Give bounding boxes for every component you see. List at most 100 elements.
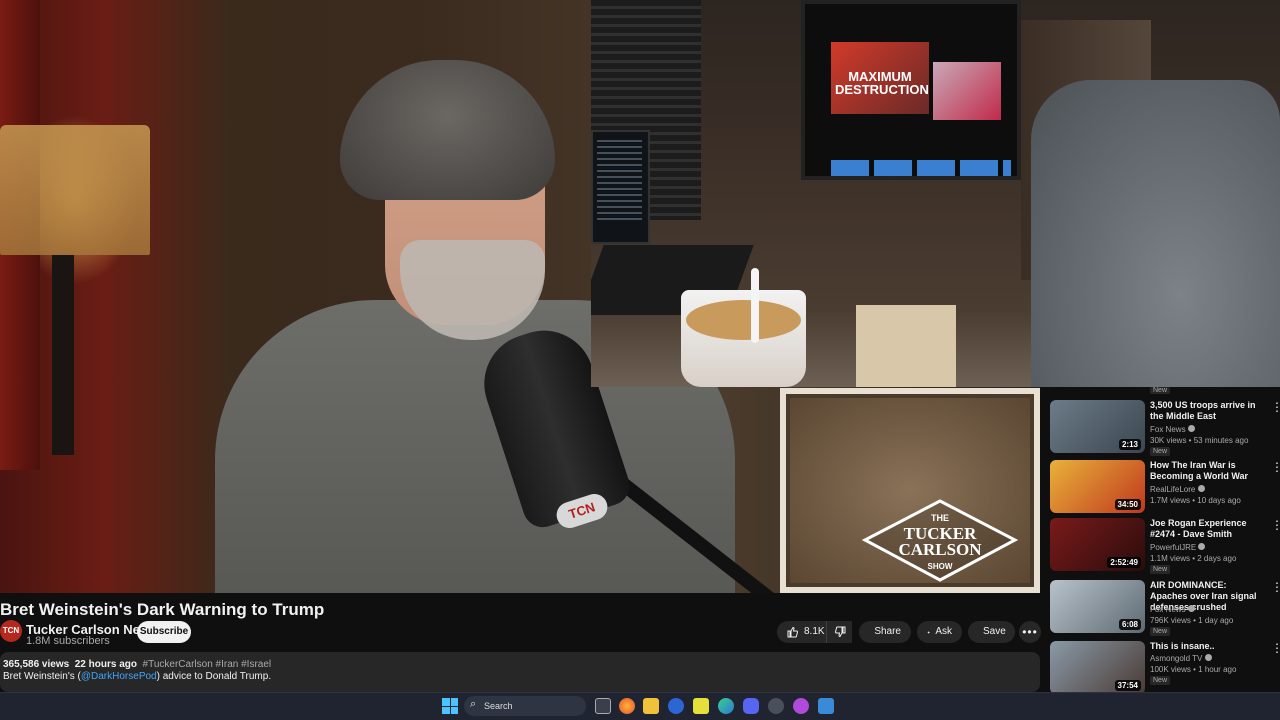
verified-icon xyxy=(1197,485,1205,492)
chatgpt-icon[interactable] xyxy=(768,698,784,714)
recommendation-meta: 796K views • 1 day ago xyxy=(1150,616,1234,625)
app-icon[interactable] xyxy=(668,698,684,714)
verified-icon xyxy=(1198,543,1206,550)
recommendation-channel-name: Fox News xyxy=(1150,605,1186,614)
video-duration: 2:13 xyxy=(1118,439,1141,450)
more-horizontal-icon: ••• xyxy=(1022,625,1038,639)
verified-icon xyxy=(1187,605,1195,612)
recommendation-meta: 1.1M views • 2 days ago xyxy=(1150,554,1237,563)
tv-thumbnail-text: MAXIMUM DESTRUCTION xyxy=(835,69,929,97)
upload-age: 22 hours ago xyxy=(74,659,137,670)
discord-icon[interactable] xyxy=(743,698,759,714)
more-vertical-icon[interactable]: ⋮ xyxy=(1271,400,1280,414)
dislike-button[interactable] xyxy=(826,621,852,643)
recommendation-channel-name: Fox News xyxy=(1150,425,1186,434)
app-icon-3[interactable] xyxy=(818,698,834,714)
lampshade xyxy=(0,125,150,255)
tucker-carlson-show-logo: THE TUCKER CARLSON SHOW xyxy=(862,499,1018,582)
tv-shorts-row xyxy=(831,160,1011,176)
recommendation-item[interactable]: 6:08 AIR DOMINANCE: Apaches over Iran sig… xyxy=(1050,580,1280,638)
share-label: Share xyxy=(874,626,901,637)
spoon xyxy=(751,268,759,343)
new-badge: New xyxy=(1150,565,1171,574)
taskbar-search[interactable] xyxy=(464,696,586,716)
more-actions-button[interactable]: ••• xyxy=(1019,621,1041,643)
recommendation-item[interactable]: 37:54 This is insane.. Asmongold TV 100K v… xyxy=(1050,641,1280,699)
recommendation-channel: Asmongold TV xyxy=(1150,654,1212,663)
noodle-broth xyxy=(686,300,801,340)
recommendation-title[interactable]: How The Iran War is Becoming a World War xyxy=(1150,460,1266,482)
save-button[interactable]: Save xyxy=(968,621,1015,643)
video-duration: 34:50 xyxy=(1114,499,1141,510)
office-chair xyxy=(1031,80,1280,387)
recommendation-meta: 100K views • 1 hour ago xyxy=(1150,665,1237,674)
recommendation-channel: Fox News xyxy=(1150,605,1195,614)
recommendation-title[interactable]: Joe Rogan Experience #2474 - Dave Smith xyxy=(1150,518,1266,540)
firefox-icon[interactable] xyxy=(619,698,635,714)
edge-icon[interactable] xyxy=(718,698,734,714)
webcam-overlay: MAXIMUM DESTRUCTION xyxy=(591,0,1280,387)
more-vertical-icon[interactable]: ⋮ xyxy=(1271,518,1280,532)
save-label: Save xyxy=(983,626,1006,637)
more-vertical-icon[interactable]: ⋮ xyxy=(1271,641,1280,655)
recommendation-title[interactable]: This is insane.. xyxy=(1150,641,1266,652)
channel-avatar[interactable]: TCN xyxy=(0,620,22,642)
lamp-base xyxy=(52,255,74,455)
recommendation-meta: 1.7M views • 10 days ago xyxy=(1150,496,1241,505)
share-button[interactable]: Share xyxy=(859,621,911,643)
verified-icon xyxy=(1204,654,1212,661)
recommendation-channel: PowerfulJRE xyxy=(1150,543,1206,552)
ask-label: Ask xyxy=(935,626,952,637)
video-thumbnail[interactable]: 2:13 xyxy=(1050,400,1145,453)
video-title: Bret Weinstein's Dark Warning to Trump xyxy=(0,600,325,619)
recommendation-item[interactable]: 34:50 How The Iran War is Becoming a Worl… xyxy=(1050,460,1280,518)
file-explorer-icon[interactable] xyxy=(643,698,659,714)
more-vertical-icon[interactable]: ⋮ xyxy=(1271,580,1280,594)
new-badge: New xyxy=(1150,387,1171,394)
new-badge: New xyxy=(1150,676,1171,685)
like-count: 8.1K xyxy=(804,626,825,637)
recommendation-channel-name: RealLifeLore xyxy=(1150,485,1196,494)
laptop-text xyxy=(597,140,642,220)
description-text-before: Bret Weinstein's ( xyxy=(3,671,81,682)
video-duration: 2:52:49 xyxy=(1107,557,1141,568)
hashtags[interactable]: #TuckerCarlson #Iran #Israel xyxy=(143,659,272,670)
new-badge: New xyxy=(1150,627,1171,636)
channel-mention-link[interactable]: @DarkHorsePod xyxy=(81,671,157,682)
recommendation-title[interactable]: 3,500 US troops arrive in the Middle Eas… xyxy=(1150,400,1266,422)
video-thumbnail[interactable]: 37:54 xyxy=(1050,641,1145,694)
video-thumbnail[interactable]: 6:08 xyxy=(1050,580,1145,633)
recommendation-channel-name: PowerfulJRE xyxy=(1150,543,1197,552)
tv-thumbnail-2 xyxy=(933,62,1001,120)
recommendation-channel: RealLifeLore xyxy=(1150,485,1205,494)
recommendation-item[interactable]: 2:52:49 Joe Rogan Experience #2474 - Dave… xyxy=(1050,518,1280,576)
new-badge: New xyxy=(1150,447,1171,456)
subscribe-button[interactable]: Subscribe xyxy=(137,621,191,643)
cardboard-box xyxy=(856,305,956,387)
verified-icon xyxy=(1187,425,1195,432)
app-icon-2[interactable] xyxy=(793,698,809,714)
description-text-after: ) advice to Donald Trump. xyxy=(156,671,272,682)
task-view-icon[interactable] xyxy=(595,698,611,714)
logo-line1: THE xyxy=(931,513,949,523)
view-count: 365,586 views xyxy=(3,659,70,670)
logo-line4: SHOW xyxy=(928,562,953,571)
notes-icon[interactable] xyxy=(693,698,709,714)
ask-button[interactable]: Ask xyxy=(917,621,962,643)
video-duration: 6:08 xyxy=(1118,619,1141,630)
windows-start-icon[interactable] xyxy=(442,698,458,714)
recommendation-channel-name: Asmongold TV xyxy=(1150,654,1203,663)
recommendation-item[interactable]: 2:13 3,500 US troops arrive in the Middle… xyxy=(1050,400,1280,458)
subscriber-count: 1.8M subscribers xyxy=(26,635,110,647)
description-text: Bret Weinstein's (@DarkHorsePod) advice … xyxy=(3,671,271,682)
video-thumbnail[interactable]: 2:52:49 xyxy=(1050,518,1145,571)
taskbar-search-placeholder: Search xyxy=(484,701,513,711)
sparkle-icon xyxy=(927,630,931,634)
thumbs-down-icon xyxy=(834,626,845,638)
recommendation-meta: 30K views • 53 minutes ago xyxy=(1150,436,1249,445)
windows-taskbar xyxy=(0,692,1280,720)
video-thumbnail[interactable]: 34:50 xyxy=(1050,460,1145,513)
more-vertical-icon[interactable]: ⋮ xyxy=(1271,460,1280,474)
description-meta: 365,586 views 22 hours ago #TuckerCarlso… xyxy=(3,659,271,670)
video-duration: 37:54 xyxy=(1114,680,1141,691)
